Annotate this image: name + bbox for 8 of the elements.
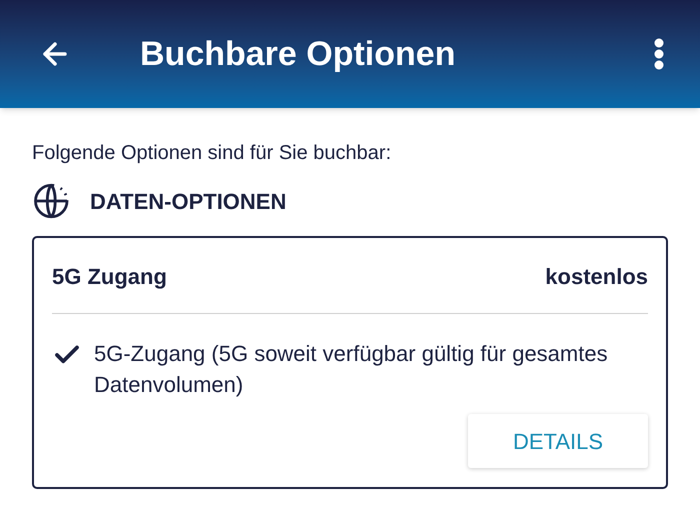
- option-price: kostenlos: [545, 263, 648, 291]
- option-name: 5G Zugang: [52, 263, 167, 291]
- section-title: DATEN-OPTIONEN: [90, 188, 286, 216]
- more-options-icon: [654, 38, 664, 70]
- screen-title: Buchbare Optionen: [140, 34, 456, 74]
- feature-text: 5G-Zugang (5G soweit verfügbar gültig für gesamtes Datenvolumen): [94, 340, 609, 399]
- intro-text: Folgende Optionen sind für Sie buchbar:: [32, 141, 392, 166]
- details-button[interactable]: DETAILS: [468, 414, 648, 468]
